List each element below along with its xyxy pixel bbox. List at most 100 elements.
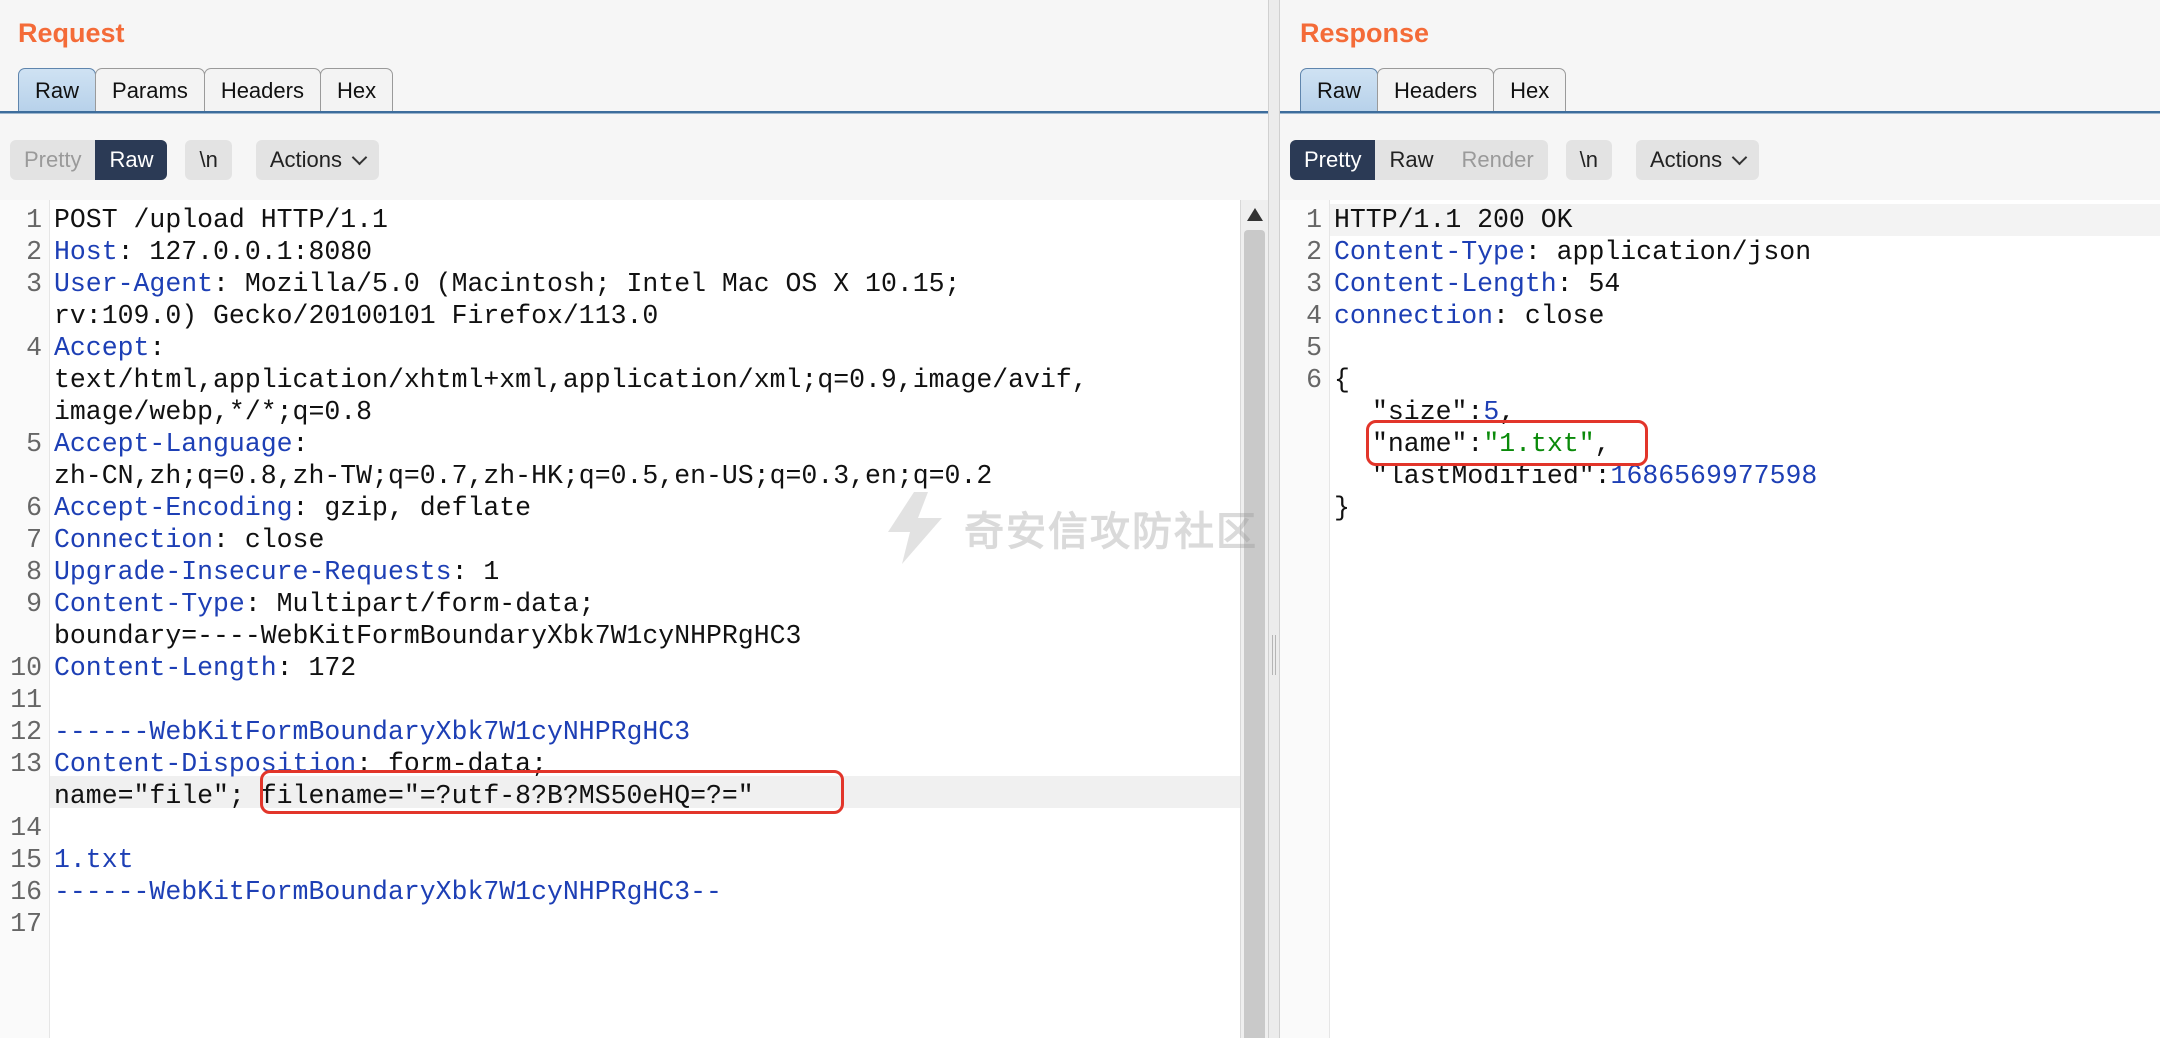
response-actions-label: Actions (1650, 147, 1723, 172)
multipart-body: 1.txt (54, 845, 134, 875)
response-tabs-rule (1280, 111, 2160, 114)
header-continuation: boundary=----WebKitFormBoundaryXbk7W1cyN… (54, 621, 802, 651)
response-tab-headers[interactable]: Headers (1377, 68, 1495, 112)
request-pane: Request Raw Params Headers Hex Pretty Ra… (0, 0, 1268, 1038)
request-tab-hex[interactable]: Hex (319, 68, 394, 112)
header-line: Upgrade-Insecure-Requests: 1 (54, 556, 499, 588)
request-tab-raw[interactable]: Raw (18, 68, 97, 112)
request-actions-label: Actions (269, 147, 342, 172)
request-line: POST /upload HTTP/1.1 (54, 204, 388, 236)
request-line-text: POST /upload HTTP/1.1 (54, 205, 388, 235)
line-number: 6 (26, 493, 42, 523)
response-editor[interactable]: 1 2 3 4 5 6 HTTP/1.1 200 OK Content-Type… (1280, 200, 2160, 1038)
header-line: Connection: close (54, 524, 324, 556)
json-open-brace: { (1334, 365, 1350, 395)
response-newline-button[interactable]: \n (1565, 140, 1612, 180)
line-number: 5 (1306, 333, 1322, 363)
header-line: Content-Type: application/json (1334, 236, 1811, 268)
header-value: : 54 (1556, 269, 1621, 299)
request-toolbar: Pretty Raw \n Actions (10, 140, 379, 180)
request-editor[interactable]: 1 2 3 4 5 6 7 8 9 10 11 12 13 14 15 16 1… (0, 200, 1240, 1038)
line-number: 1 (26, 205, 42, 235)
line-number: 9 (26, 589, 42, 619)
line-number: 11 (10, 685, 42, 715)
request-pretty-button[interactable]: Pretty (10, 140, 95, 180)
line-number: 7 (26, 525, 42, 555)
header-name: Connection (54, 525, 214, 555)
header-value: : (292, 429, 309, 459)
response-render-button[interactable]: Render (1447, 140, 1547, 180)
header-continuation: image/webp,*/*;q=0.8 (54, 397, 373, 427)
header-continuation: rv:109.0) Gecko/20100101 Firefox/113.0 (54, 301, 659, 331)
request-tab-headers[interactable]: Headers (203, 68, 321, 112)
response-view-toggle: Pretty Raw Render (1290, 140, 1548, 180)
request-raw-button[interactable]: Raw (95, 140, 168, 180)
request-tab-params[interactable]: Params (95, 68, 205, 112)
request-view-toggle: Pretty Raw (10, 140, 168, 180)
response-tabs: Raw Headers Hex (1300, 68, 1567, 112)
line-number: 8 (26, 557, 42, 587)
response-actions-dropdown[interactable]: Actions (1636, 140, 1760, 180)
scrollbar-thumb[interactable] (1244, 230, 1265, 1038)
line-number: 3 (1306, 269, 1322, 299)
line-number: 17 (10, 909, 42, 939)
request-tabs-rule (0, 111, 1268, 114)
request-tabs: Raw Params Headers Hex (18, 68, 394, 112)
line-number: 4 (26, 333, 42, 363)
header-line: Content-Length: 54 (1334, 268, 1620, 300)
response-tab-hex[interactable]: Hex (1493, 68, 1567, 112)
scroll-up-icon[interactable] (1247, 208, 1263, 221)
line-number: 4 (1306, 301, 1322, 331)
json-close-brace: } (1334, 493, 1350, 523)
chevron-down-icon (1731, 149, 1748, 165)
multipart-boundary: ------WebKitFormBoundaryXbk7W1cyNHPRgHC3 (54, 717, 691, 747)
line-number: 5 (26, 429, 42, 459)
pane-splitter[interactable] (1268, 0, 1280, 1038)
name-highlight-box (1366, 420, 1648, 466)
request-actions-dropdown[interactable]: Actions (255, 140, 379, 180)
header-line: Content-Length: 172 (54, 652, 356, 684)
header-name: Host (54, 237, 118, 267)
line-number: 14 (10, 813, 42, 843)
request-title: Request (18, 18, 125, 48)
header-line: Content-Type: Multipart/form-data; (54, 588, 595, 620)
line-number: 3 (26, 269, 42, 299)
response-tab-raw[interactable]: Raw (1300, 68, 1379, 112)
line-number: 2 (1306, 237, 1322, 267)
splitter-grip-icon[interactable] (1272, 635, 1276, 675)
header-name: Accept-Encoding (54, 493, 293, 523)
response-title: Response (1300, 18, 1430, 48)
header-line: Accept-Language: (54, 428, 308, 460)
header-name: Content-Length (1334, 269, 1557, 299)
header-value: : gzip, deflate (292, 493, 532, 523)
response-toolbar: Pretty Raw Render \n Actions (1290, 140, 1760, 180)
header-value: : 1 (451, 557, 500, 587)
response-pretty-button[interactable]: Pretty (1290, 140, 1376, 180)
line-number: 10 (10, 653, 42, 683)
header-continuation: zh-CN,zh;q=0.8,zh-TW;q=0.7,zh-HK;q=0.5,e… (54, 461, 993, 491)
header-name: Upgrade-Insecure-Requests (54, 557, 452, 587)
line-number: 2 (26, 237, 42, 267)
header-name: Content-Type (54, 589, 245, 619)
header-line: Accept: (54, 332, 165, 364)
header-value: : 127.0.0.1:8080 (117, 237, 373, 267)
header-value: : application/json (1524, 237, 1812, 267)
header-name: Accept (54, 333, 150, 363)
response-pane: Response Raw Headers Hex Pretty Raw Rend… (1280, 0, 2160, 1038)
multipart-boundary-end: ------WebKitFormBoundaryXbk7W1cyNHPRgHC3… (54, 877, 722, 907)
header-line: connection: close (1334, 300, 1604, 332)
header-value: : Multipart/form-data; (244, 589, 595, 619)
header-line: Host: 127.0.0.1:8080 (54, 236, 372, 268)
response-raw-button[interactable]: Raw (1375, 140, 1447, 180)
header-name: User-Agent (54, 269, 214, 299)
header-name: Content-Length (54, 653, 277, 683)
line-number: 15 (10, 845, 42, 875)
header-continuation: text/html,application/xhtml+xml,applicat… (54, 365, 1088, 395)
header-value: : close (213, 525, 325, 555)
line-number: 12 (10, 717, 42, 747)
header-value: : Mozilla/5.0 (Macintosh; Intel Mac OS X… (213, 269, 961, 299)
request-newline-button[interactable]: \n (185, 140, 232, 180)
request-vertical-scrollbar[interactable] (1240, 200, 1268, 1038)
header-value: : close (1493, 301, 1605, 331)
header-name: Accept-Language (54, 429, 293, 459)
